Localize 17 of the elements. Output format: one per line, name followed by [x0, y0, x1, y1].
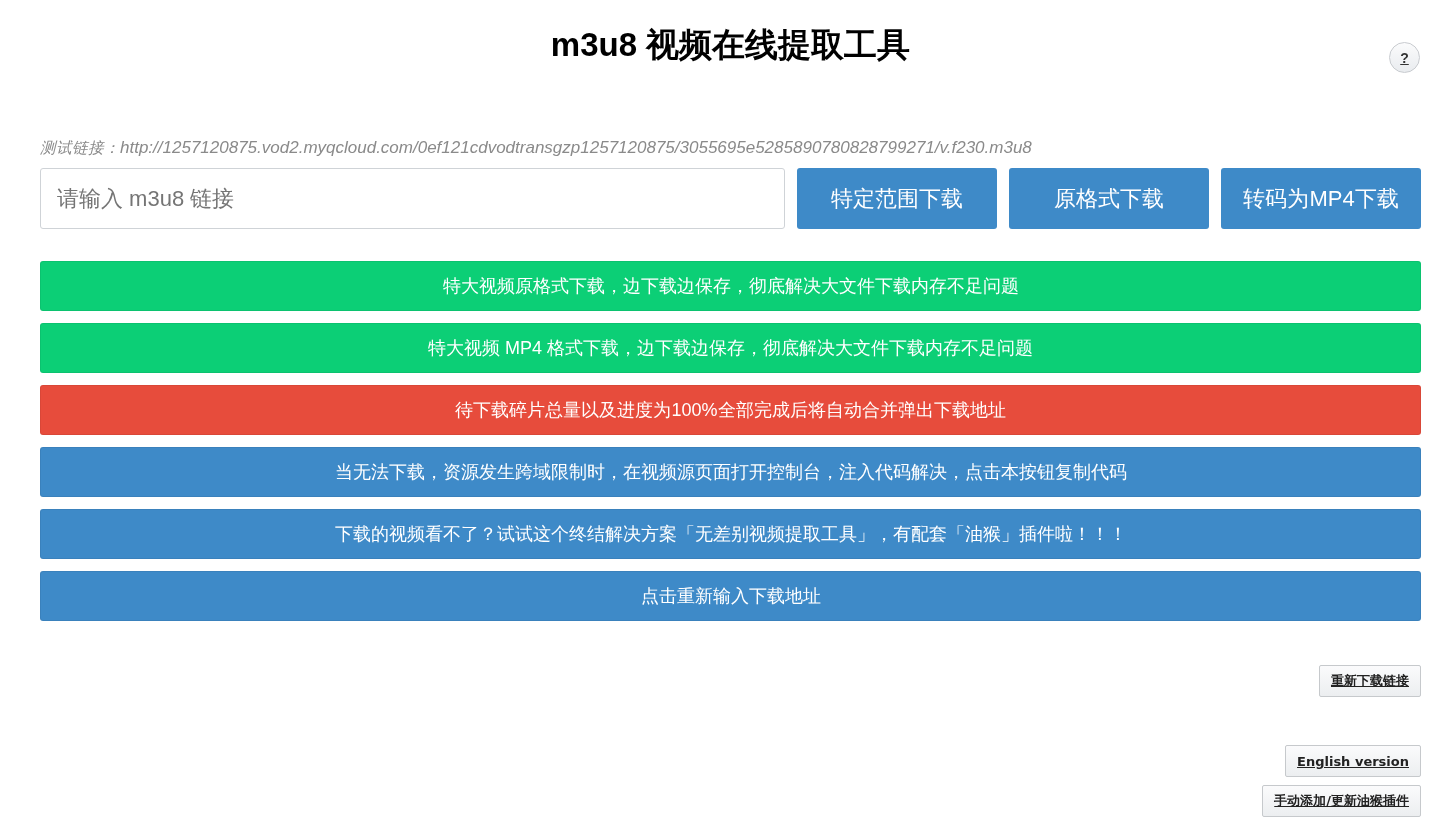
notice-button[interactable]: 当无法下载，资源发生跨域限制时，在视频源页面打开控制台，注入代码解决，点击本按钮复制代码 — [40, 447, 1421, 497]
redownload-button[interactable]: 重新下载链接 — [1319, 665, 1421, 697]
download-button[interactable]: 原格式下载 — [1009, 168, 1209, 229]
page-title: m3u8 视频在线提取工具 — [550, 25, 911, 65]
footer-button[interactable]: 手动添加/更新油猴插件 — [1262, 785, 1421, 817]
notice-button[interactable]: 待下载碎片总量以及进度为100%全部完成后将自动合并弹出下载地址 — [40, 385, 1421, 435]
test-link[interactable]: http://1257120875.vod2.myqcloud.com/0ef121cdvodtransgzp1257120875/3055695e5285890780828799271/v.f230.m3u8 — [120, 138, 1032, 158]
notice-button[interactable]: 点击重新输入下载地址 — [40, 571, 1421, 621]
notice-button[interactable]: 特大视频原格式下载，边下载边保存，彻底解决大文件下载内存不足问题 — [40, 261, 1421, 311]
url-input-field[interactable]: 请输入 m3u8 链接 — [40, 168, 785, 229]
notice-button[interactable]: 特大视频 MP4 格式下载，边下载边保存，彻底解决大文件下载内存不足问题 — [40, 323, 1421, 373]
help-button[interactable]: ? — [1389, 42, 1420, 73]
download-button[interactable]: 特定范围下载 — [797, 168, 997, 229]
footer-button[interactable]: English version — [1285, 745, 1421, 777]
download-button[interactable]: 转码为MP4下载 — [1221, 168, 1421, 229]
notice-button[interactable]: 下载的视频看不了？试试这个终结解决方案「无差别视频提取工具」，有配套「油猴」插件啦！！！ — [40, 509, 1421, 559]
test-link-label: 测试链接： — [40, 137, 120, 159]
